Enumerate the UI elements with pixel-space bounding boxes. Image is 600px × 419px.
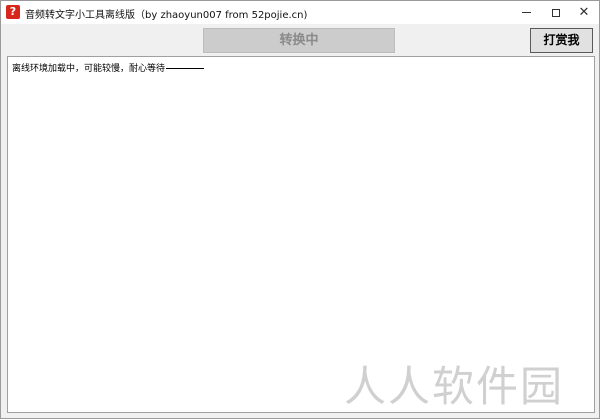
close-button[interactable]: ✕	[569, 1, 599, 24]
app-window: ? 音频转文字小工具离线版（by zhaoyun007 from 52pojie…	[0, 0, 600, 419]
minimize-button[interactable]	[511, 1, 541, 24]
app-icon: ?	[6, 5, 20, 19]
donate-button[interactable]: 打赏我	[530, 28, 593, 53]
output-log-line: 离线环境加载中，可能较慢，耐心等待	[12, 61, 205, 74]
minimize-icon	[521, 12, 531, 13]
output-log-rule	[166, 68, 205, 69]
maximize-button[interactable]	[541, 1, 571, 24]
convert-button[interactable]: 转换中	[203, 28, 395, 53]
watermark: 人人软件园	[344, 362, 565, 411]
window-title: 音频转文字小工具离线版（by zhaoyun007 from 52pojie.c…	[25, 10, 308, 21]
close-icon: ✕	[578, 5, 590, 20]
output-log-text: 离线环境加载中，可能较慢，耐心等待	[12, 64, 166, 74]
maximize-icon	[552, 8, 560, 17]
title-bar[interactable]: ? 音频转文字小工具离线版（by zhaoyun007 from 52pojie…	[1, 1, 599, 24]
